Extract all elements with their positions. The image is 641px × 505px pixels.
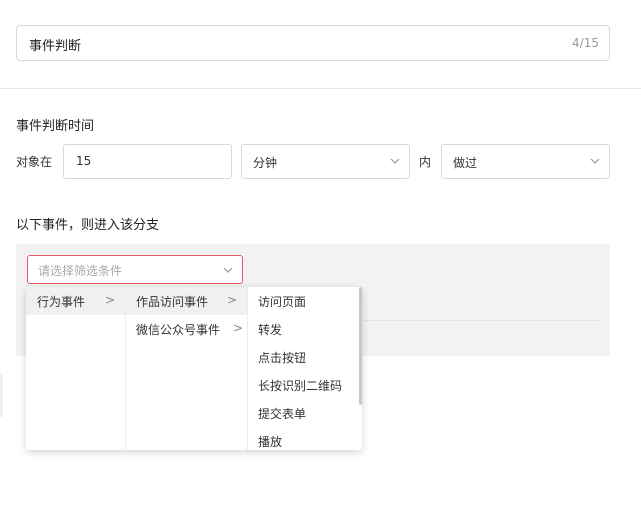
- action-value: 做过: [453, 156, 478, 170]
- chevron-right-icon: >: [104, 293, 115, 307]
- chevron-down-icon: [390, 158, 400, 164]
- cascader-dropdown: 行为事件 > 作品访问事件 > 微信公众号事件 > 访问页面 转发 点击按钮 长…: [26, 287, 362, 450]
- option-label: 微信公众号事件: [136, 323, 221, 337]
- option-label: 提交表单: [258, 407, 307, 421]
- cascader-option-wechat-oa-events[interactable]: 微信公众号事件 >: [125, 315, 247, 343]
- option-label: 长按识别二维码: [258, 379, 343, 393]
- option-label: 作品访问事件: [136, 295, 209, 309]
- option-label: 转发: [258, 323, 283, 337]
- chevron-down-icon: [223, 267, 233, 273]
- within-label: 内: [419, 155, 432, 169]
- cascader-option-submit-form[interactable]: 提交表单: [247, 399, 362, 427]
- event-section-title: 以下事件，则进入该分支: [16, 218, 160, 233]
- unit-value: 分钟: [253, 156, 278, 170]
- char-counter: 4/15: [572, 36, 599, 50]
- filter-condition-select[interactable]: 请选择筛选条件: [27, 255, 243, 284]
- action-select[interactable]: 做过: [441, 144, 610, 179]
- option-label: 点击按钮: [258, 351, 307, 365]
- time-section-title: 事件判断时间: [16, 119, 95, 134]
- cascader-option-play[interactable]: 播放: [247, 427, 362, 455]
- cascader-option-visit-page[interactable]: 访问页面: [247, 287, 362, 315]
- panel-divider: [363, 320, 600, 321]
- cascader-column-category: 行为事件 >: [26, 287, 126, 450]
- cascader-option-long-press-qr[interactable]: 长按识别二维码: [247, 371, 362, 399]
- cascader-option-behavior-events[interactable]: 行为事件 >: [26, 287, 125, 315]
- filter-placeholder: 请选择筛选条件: [38, 264, 123, 278]
- cascader-option-work-access-events[interactable]: 作品访问事件 >: [125, 287, 247, 315]
- event-name-input[interactable]: 事件判断 4/15: [16, 25, 610, 61]
- chevron-right-icon: >: [232, 321, 243, 335]
- edge-panel-fragment: [0, 373, 3, 417]
- scrollbar-thumb[interactable]: [359, 287, 362, 405]
- chevron-down-icon: [590, 158, 600, 164]
- duration-input[interactable]: 15: [63, 144, 232, 179]
- duration-value: 15: [76, 154, 92, 168]
- option-label: 访问页面: [258, 295, 307, 309]
- option-label: 播放: [258, 435, 283, 449]
- chevron-right-icon: >: [226, 293, 237, 307]
- object-label: 对象在: [16, 155, 53, 169]
- cascader-column-type: 作品访问事件 > 微信公众号事件 >: [125, 287, 248, 450]
- cascader-column-event: 访问页面 转发 点击按钮 长按识别二维码 提交表单 播放: [247, 287, 362, 450]
- cascader-option-click-button[interactable]: 点击按钮: [247, 343, 362, 371]
- cascader-option-forward[interactable]: 转发: [247, 315, 362, 343]
- event-name-value: 事件判断: [29, 39, 82, 54]
- section-divider: [0, 88, 641, 89]
- option-label: 行为事件: [37, 295, 86, 309]
- unit-select[interactable]: 分钟: [241, 144, 410, 179]
